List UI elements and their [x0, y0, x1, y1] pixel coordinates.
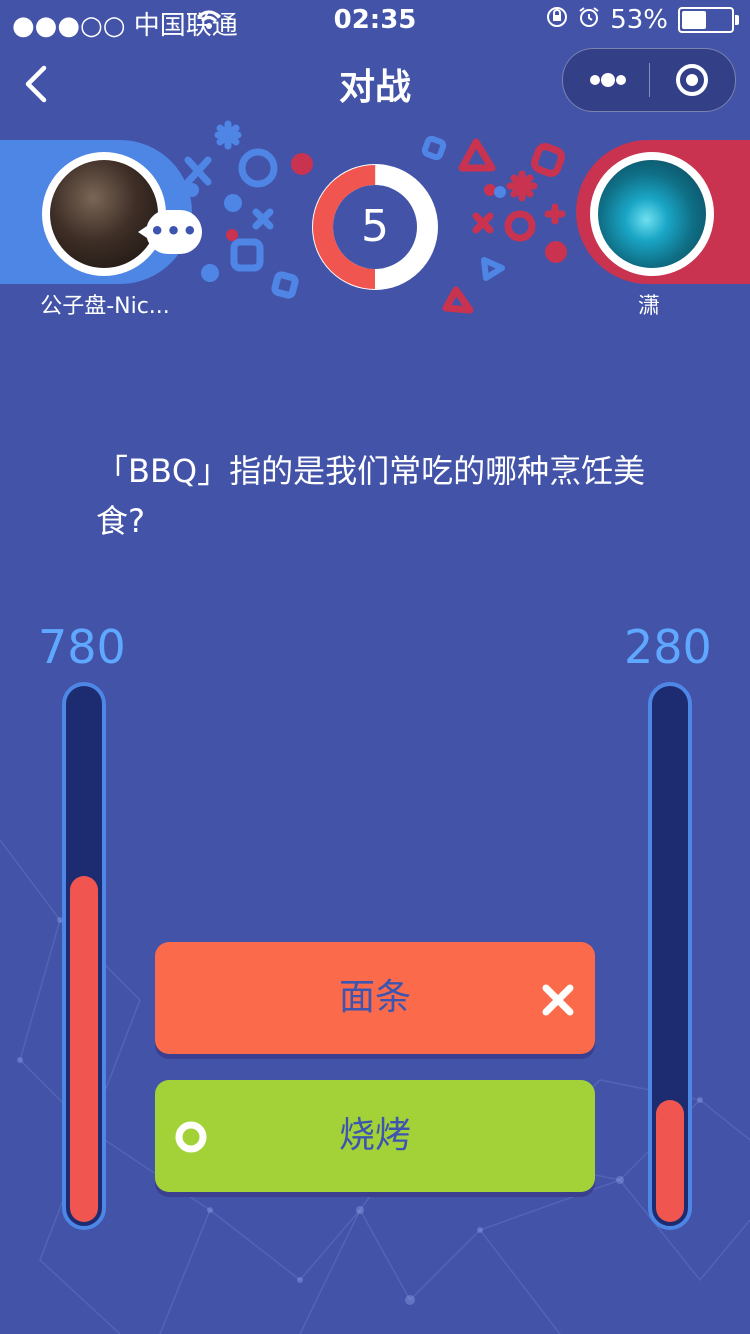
chat-bubble[interactable]: ••• [138, 210, 202, 254]
correct-circle-icon [175, 1121, 207, 1153]
rotation-lock-icon [546, 5, 568, 35]
answer-option-noodles[interactable]: 面条 [155, 942, 595, 1054]
right-player-avatar[interactable] [590, 152, 714, 276]
countdown-number: 5 [361, 201, 389, 252]
answer-option-label: 面条 [338, 977, 411, 1018]
right-player-score: 280 [624, 620, 712, 674]
status-right: 53% [546, 5, 739, 35]
more-button[interactable] [563, 49, 649, 111]
wrong-cross-icon [542, 984, 574, 1016]
left-player-avatar[interactable] [42, 152, 166, 276]
close-mini-program-button[interactable] [649, 49, 735, 111]
answer-option-label: 烧烤 [338, 1115, 411, 1156]
mini-program-capsule [562, 48, 736, 112]
target-circle-icon [676, 64, 708, 96]
right-player-name: 潇 [637, 294, 660, 319]
left-score-gauge [62, 682, 106, 1230]
chat-dots-icon: ••• [149, 217, 199, 245]
right-score-gauge-fill [656, 1100, 684, 1222]
more-dots-icon [590, 73, 626, 87]
left-score-gauge-fill [70, 876, 98, 1222]
right-score-gauge [648, 682, 692, 1230]
question-text: 「BBQ」指的是我们常吃的哪种烹饪美食? [96, 452, 646, 540]
status-bar: ●●●○○ 中国联通 02:35 53% [0, 0, 750, 41]
left-player-name: 公子盘-Nic... [40, 294, 170, 319]
answer-option-bbq[interactable]: 烧烤 [155, 1080, 595, 1192]
left-player-score: 780 [38, 620, 126, 674]
battery-icon [678, 7, 739, 33]
battery-percent: 53% [610, 5, 668, 35]
network-background [0, 839, 750, 1334]
alarm-icon [578, 5, 600, 35]
